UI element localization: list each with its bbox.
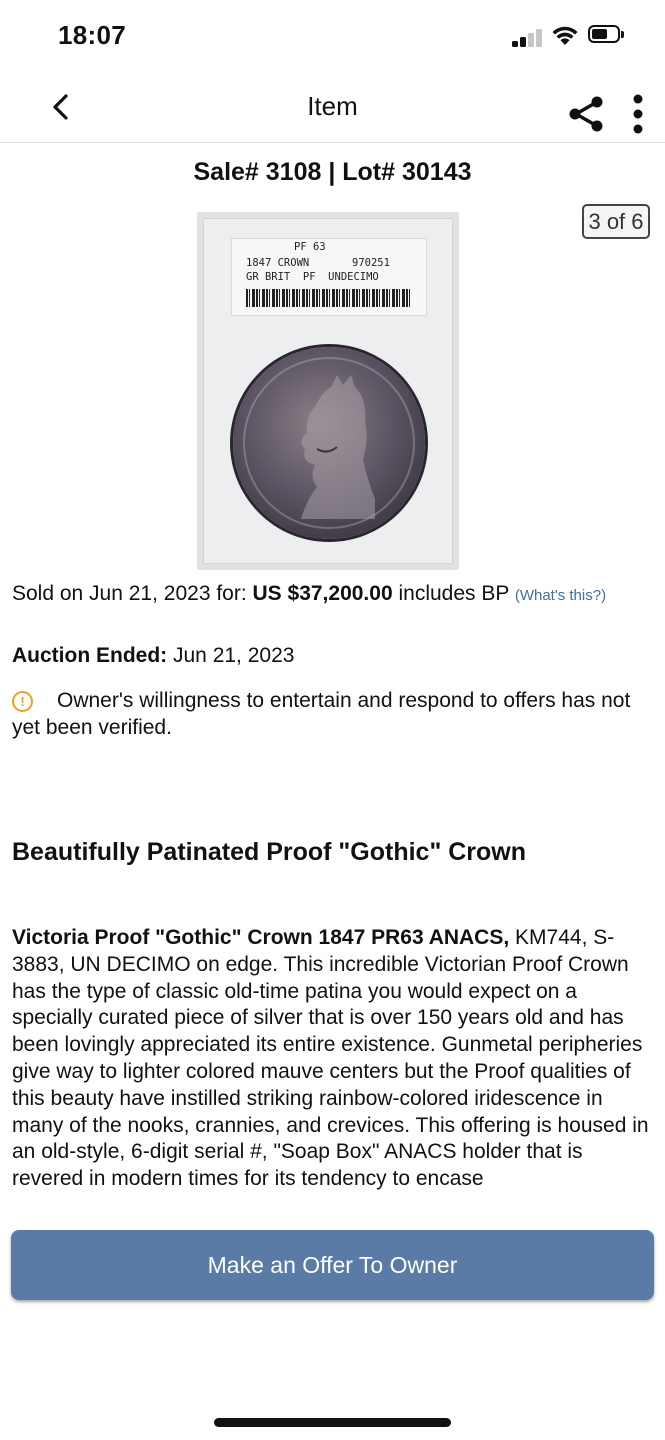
slab-line-1: 1847 CROWN [246,257,310,269]
slab-label: PF 63 1847 CROWN 970251 GR BRIT PF UNDEC… [231,238,427,316]
image-page-counter: 3 of 6 [582,204,650,239]
description-body: KM744, S-3883, UN DECIMO on edge. This i… [12,926,649,1191]
more-vertical-icon[interactable] [628,94,648,134]
barcode [246,289,410,307]
owner-note-text: Owner's willingness to entertain and res… [12,689,631,739]
whats-this-link[interactable]: (What's this?) [515,587,606,604]
make-offer-button[interactable]: Make an Offer To Owner [11,1230,654,1300]
share-icon[interactable] [566,94,606,134]
price-suffix: includes BP [398,582,509,605]
sold-price: US $37,200.00 [252,582,393,605]
coin [233,347,425,539]
slab-line-2: GR BRIT PF UNDECIMO [246,271,379,283]
status-time: 18:07 [58,20,126,50]
coin-image[interactable]: PF 63 1847 CROWN 970251 GR BRIT PF UNDEC… [197,212,459,570]
description-lead: Victoria Proof "Gothic" Crown 1847 PR63 … [12,926,510,949]
sold-info: Sold on Jun 21, 2023 for: US $37,200.00 … [12,580,652,609]
auction-ended: Auction Ended: Jun 21, 2023 [12,644,294,668]
warning-circle-icon: ! [12,691,33,712]
sold-prefix: Sold on Jun 21, 2023 for: [12,582,247,605]
lot-title: Beautifully Patinated Proof "Gothic" Cro… [12,838,527,866]
owner-note: ! Owner's willingness to entertain and re… [12,687,652,741]
queen-portrait [301,375,375,519]
home-indicator[interactable] [214,1418,451,1427]
auction-ended-date: Jun 21, 2023 [173,644,295,667]
nav-bar: Item [0,72,665,143]
item-detail: Sale# 3108 | Lot# 30143 3 of 6 PF 63 184… [0,142,665,1220]
auction-ended-label: Auction Ended: [12,644,168,667]
status-bar: 18:07 [0,0,665,72]
slab-serial: 970251 [352,257,390,269]
cellular-signal-icon [512,27,546,47]
sale-lot-heading: Sale# 3108 | Lot# 30143 [193,158,472,186]
slab-grade: PF 63 [294,241,326,253]
lot-description: Victoria Proof "Gothic" Crown 1847 PR63 … [12,925,652,1193]
battery-icon [588,25,624,45]
wifi-icon [552,26,578,45]
